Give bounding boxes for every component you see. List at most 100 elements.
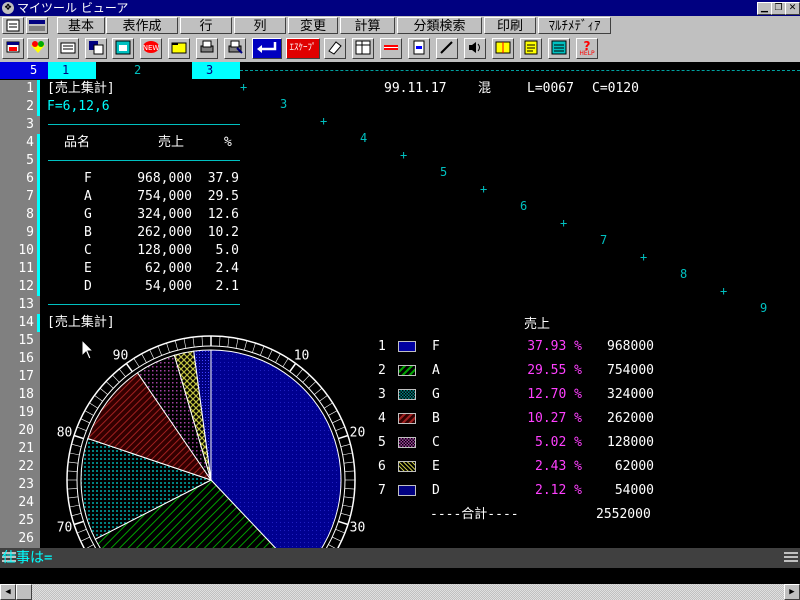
line-number[interactable]: 23 bbox=[0, 476, 40, 494]
menu-multimedia[interactable]: ﾏﾙﾁﾒﾃﾞｨｱ bbox=[538, 17, 611, 34]
line-number[interactable]: 17 bbox=[0, 368, 40, 386]
dial-tick bbox=[157, 346, 162, 356]
scroll-track[interactable] bbox=[16, 584, 784, 600]
window-icon[interactable] bbox=[2, 38, 24, 59]
dial-tick bbox=[244, 340, 248, 351]
dial-tick bbox=[105, 381, 114, 389]
line-number[interactable]: 13 bbox=[0, 296, 40, 314]
command-prompt[interactable]: 仕事は= bbox=[2, 548, 52, 568]
line-number[interactable]: 19 bbox=[0, 404, 40, 422]
menu-table-create[interactable]: 表作成 bbox=[106, 17, 178, 34]
line-number[interactable]: 18 bbox=[0, 386, 40, 404]
date-indicator: 99.11.17 bbox=[384, 81, 447, 96]
menu-calculate[interactable]: 計算 bbox=[340, 17, 395, 34]
page-icon[interactable] bbox=[408, 38, 430, 59]
legend-label: D bbox=[432, 483, 440, 498]
line-number[interactable]: 7 bbox=[0, 188, 40, 206]
line-number[interactable]: 1 bbox=[0, 80, 40, 98]
scroll-left-icon[interactable]: ◀ bbox=[0, 584, 16, 600]
column-ruler: 5 1 2 3 + 3 + 4 + 5 + 6 + 7 + 8 + 9 bbox=[0, 62, 800, 315]
calculator-icon[interactable] bbox=[2, 17, 24, 34]
line-number-label: 6 bbox=[26, 171, 34, 186]
line-number[interactable]: 26 bbox=[0, 530, 40, 548]
ruler-col-2[interactable]: 2 bbox=[96, 62, 192, 79]
legend-total-value: 2552000 bbox=[596, 507, 651, 522]
print-preview-icon[interactable] bbox=[224, 38, 246, 59]
close-button[interactable]: ✕ bbox=[785, 2, 800, 15]
sheet-icon[interactable] bbox=[26, 17, 48, 34]
table-icon[interactable] bbox=[352, 38, 374, 59]
dial-tick bbox=[342, 504, 353, 508]
line-number[interactable]: 16 bbox=[0, 350, 40, 368]
copy-icon[interactable] bbox=[85, 38, 107, 59]
printer-icon[interactable] bbox=[196, 38, 218, 59]
minimize-button[interactable]: ▁ bbox=[757, 2, 772, 15]
line-number-label: 8 bbox=[26, 207, 34, 222]
folder-icon[interactable] bbox=[168, 38, 190, 59]
menu-change[interactable]: 変更 bbox=[288, 17, 338, 34]
legend-total-label: ----合計---- bbox=[430, 507, 519, 522]
menu-column[interactable]: 列 bbox=[234, 17, 286, 34]
dial-tick bbox=[343, 496, 354, 499]
book-icon[interactable] bbox=[492, 38, 514, 59]
ruler-col-1[interactable]: 1 bbox=[48, 62, 96, 79]
menu-print[interactable]: 印刷 bbox=[484, 17, 536, 34]
keyboard-icon[interactable] bbox=[57, 38, 79, 59]
line-number[interactable]: 25 bbox=[0, 512, 40, 530]
ruler-col-3[interactable]: 3 bbox=[192, 62, 240, 79]
pen-icon[interactable] bbox=[436, 38, 458, 59]
dial-tick bbox=[335, 529, 345, 534]
calendar-icon[interactable] bbox=[112, 38, 134, 59]
dial-tick bbox=[332, 418, 342, 424]
line-number[interactable]: 22 bbox=[0, 458, 40, 476]
dial-tick bbox=[183, 338, 187, 349]
new-icon[interactable]: NEW bbox=[140, 38, 162, 59]
row-sales: 62,000 bbox=[145, 261, 192, 276]
line-indicator: L=0067 bbox=[527, 81, 574, 96]
scroll-right-icon[interactable]: ▶ bbox=[784, 584, 800, 600]
line-number[interactable]: 2 bbox=[0, 98, 40, 116]
dial-tick bbox=[282, 358, 289, 368]
menu-row[interactable]: 行 bbox=[180, 17, 232, 34]
line-number[interactable]: 21 bbox=[0, 440, 40, 458]
eraser-icon[interactable] bbox=[324, 38, 346, 59]
line-number[interactable]: 11 bbox=[0, 260, 40, 278]
line-number[interactable]: 8 bbox=[0, 206, 40, 224]
line-number[interactable]: 20 bbox=[0, 422, 40, 440]
dial-tick bbox=[267, 349, 273, 359]
move-icon[interactable] bbox=[380, 38, 402, 59]
legend-value: 128000 bbox=[607, 435, 654, 450]
menu-classify-search[interactable]: 分類検索 bbox=[397, 17, 482, 34]
line-number[interactable]: 24 bbox=[0, 494, 40, 512]
horizontal-scrollbar[interactable]: ◀ ▶ bbox=[0, 584, 800, 600]
escape-icon[interactable]: ｴｽｹｰﾌﾟ bbox=[286, 38, 320, 59]
line-number-label: 3 bbox=[26, 117, 34, 132]
ruler-cursor-row: 5 bbox=[0, 62, 48, 79]
line-number-label: 14 bbox=[18, 315, 34, 330]
legend-label: C bbox=[432, 435, 440, 450]
menu-basic[interactable]: 基本 bbox=[57, 17, 105, 34]
line-number[interactable]: 14 bbox=[0, 314, 40, 332]
legend-swatch bbox=[398, 389, 416, 400]
line-number-label: 25 bbox=[18, 513, 34, 528]
return-icon[interactable] bbox=[252, 38, 282, 59]
line-number[interactable]: 5 bbox=[0, 152, 40, 170]
line-number[interactable]: 3 bbox=[0, 116, 40, 134]
scroll-thumb[interactable] bbox=[16, 584, 32, 600]
note-icon[interactable] bbox=[520, 38, 542, 59]
line-number[interactable]: 15 bbox=[0, 332, 40, 350]
palette-icon[interactable] bbox=[27, 38, 49, 59]
line-number[interactable]: 12 bbox=[0, 278, 40, 296]
legend-label: B bbox=[432, 411, 440, 426]
line-number[interactable]: 6 bbox=[0, 170, 40, 188]
line-number-label: 23 bbox=[18, 477, 34, 492]
line-number[interactable]: 10 bbox=[0, 242, 40, 260]
sound-icon[interactable] bbox=[464, 38, 486, 59]
line-number[interactable]: 4 bbox=[0, 134, 40, 152]
dial-tick bbox=[77, 529, 87, 534]
window-list-icon[interactable] bbox=[548, 38, 570, 59]
line-number[interactable]: 9 bbox=[0, 224, 40, 242]
app-icon[interactable]: ❖ bbox=[2, 2, 14, 14]
maximize-button[interactable]: ❐ bbox=[771, 2, 786, 15]
help-icon[interactable]: ? HELP bbox=[576, 38, 598, 59]
